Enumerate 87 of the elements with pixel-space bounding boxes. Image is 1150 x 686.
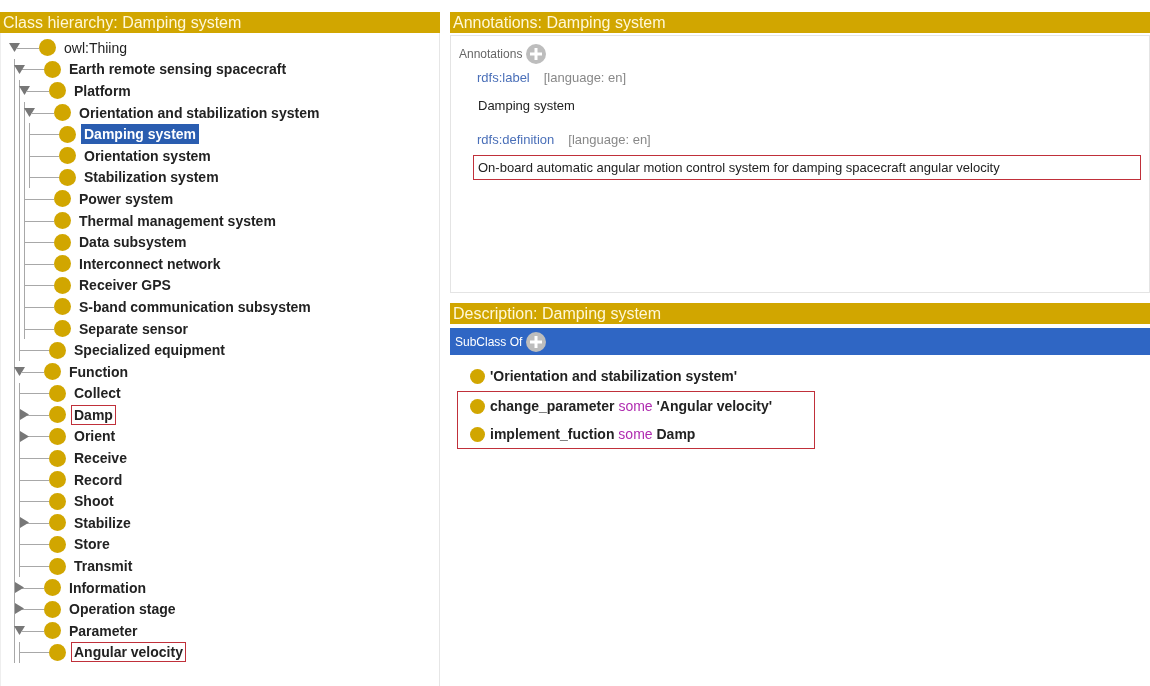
class-icon xyxy=(54,276,71,294)
class-icon xyxy=(49,535,66,553)
tree-item[interactable]: Earth remote sensing spacecraft xyxy=(66,59,290,80)
class-icon xyxy=(54,255,71,273)
language-tag: [language: en] xyxy=(568,132,651,147)
panel-title: Class hierarchy: Damping system xyxy=(0,12,440,33)
class-icon xyxy=(54,104,71,122)
tree-item[interactable]: Damp xyxy=(71,404,116,425)
caret-right-icon[interactable] xyxy=(14,603,25,615)
class-icon xyxy=(39,39,56,57)
tree-item[interactable]: Stabilize xyxy=(71,512,134,533)
tree-item[interactable]: Orient xyxy=(71,426,119,447)
class-icon xyxy=(470,368,485,384)
tree-item[interactable]: Receive xyxy=(71,448,130,469)
caret-right-icon[interactable] xyxy=(19,517,30,529)
tree-item[interactable]: Information xyxy=(66,577,149,598)
language-tag: [language: en] xyxy=(543,70,627,85)
caret-down-icon[interactable] xyxy=(9,42,20,53)
class-icon xyxy=(49,557,66,575)
property-link[interactable]: rdfs:definition xyxy=(477,132,555,147)
class-icon xyxy=(49,341,66,359)
class-icon xyxy=(59,147,76,165)
tree-item[interactable]: Store xyxy=(71,534,113,555)
add-icon[interactable] xyxy=(526,331,547,352)
tree-item[interactable]: Record xyxy=(71,469,126,490)
tree-item[interactable]: Operation stage xyxy=(66,599,179,620)
class-icon xyxy=(470,398,485,414)
caret-right-icon[interactable] xyxy=(14,581,25,593)
tree-item[interactable]: owl:Thiing xyxy=(61,37,131,58)
class-icon xyxy=(49,406,66,424)
tree-item[interactable]: Function xyxy=(66,361,132,382)
class-icon xyxy=(44,600,61,618)
tree-item[interactable]: Interconnect network xyxy=(76,253,224,274)
class-icon xyxy=(49,492,66,510)
caret-right-icon[interactable] xyxy=(19,430,30,442)
class-icon xyxy=(49,384,66,402)
class-icon xyxy=(49,82,66,100)
caret-down-icon[interactable] xyxy=(14,365,25,377)
class-icon xyxy=(49,471,66,489)
tree-item[interactable]: Collect xyxy=(71,383,124,404)
tree-item[interactable]: Parameter xyxy=(66,620,141,641)
tree-item[interactable]: Specialized equipment xyxy=(71,340,228,361)
caret-down-icon[interactable] xyxy=(14,625,25,637)
tree-item[interactable]: Receiver GPS xyxy=(76,275,174,296)
class-icon xyxy=(44,60,61,78)
class-icon xyxy=(59,168,76,186)
tree-item[interactable]: Data subsystem xyxy=(76,232,190,253)
superclass-expression[interactable]: 'Orientation and stabilization system' xyxy=(490,368,738,384)
class-icon xyxy=(54,212,71,230)
tree-item[interactable]: Angular velocity xyxy=(71,642,186,663)
tree-item[interactable]: S-band communication subsystem xyxy=(76,296,314,317)
caret-down-icon[interactable] xyxy=(19,85,30,97)
caret-down-icon[interactable] xyxy=(14,63,25,75)
tree-item[interactable]: Damping system xyxy=(81,124,200,145)
class-icon xyxy=(49,643,66,661)
tree-item[interactable]: Orientation and stabilization system xyxy=(76,102,323,123)
class-icon xyxy=(49,514,66,532)
tree-item[interactable]: Shoot xyxy=(71,491,117,512)
tree-item[interactable]: Power system xyxy=(76,188,177,209)
class-icon xyxy=(49,428,66,445)
tree-item[interactable]: Transmit xyxy=(71,556,136,577)
tree-item[interactable]: Separate sensor xyxy=(76,318,191,339)
caret-down-icon[interactable] xyxy=(24,106,35,118)
class-icon xyxy=(44,363,61,381)
annotation-value: Damping system xyxy=(477,97,576,115)
panel-title: Annotations: Damping system xyxy=(450,12,1150,33)
caret-right-icon[interactable] xyxy=(19,409,30,421)
class-icon xyxy=(470,426,485,442)
tree-item[interactable]: Stabilization system xyxy=(81,167,222,188)
class-icon xyxy=(44,579,61,597)
class-icon xyxy=(44,622,61,640)
class-icon xyxy=(54,190,71,208)
tree-item[interactable]: Thermal management system xyxy=(76,210,279,231)
property-link[interactable]: rdfs:label xyxy=(477,70,530,85)
class-icon xyxy=(54,320,71,337)
class-icon xyxy=(54,298,71,316)
class-icon xyxy=(54,233,71,251)
class-icon xyxy=(59,125,76,143)
class-icon xyxy=(49,449,66,467)
panel-title: Description: Damping system xyxy=(450,303,1150,324)
annotation-value: On-board automatic angular motion control system for damping spacecraft angular velocity xyxy=(473,155,1141,180)
tree-item[interactable]: Orientation system xyxy=(81,145,214,166)
superclass-expression[interactable]: implement_fuction some Damp xyxy=(490,426,696,442)
section-label: SubClass Of xyxy=(455,334,523,349)
superclass-expression[interactable]: change_parameter some 'Angular velocity' xyxy=(490,398,773,414)
tree-item[interactable]: Platform xyxy=(71,81,134,101)
section-label: Annotations xyxy=(459,47,523,61)
